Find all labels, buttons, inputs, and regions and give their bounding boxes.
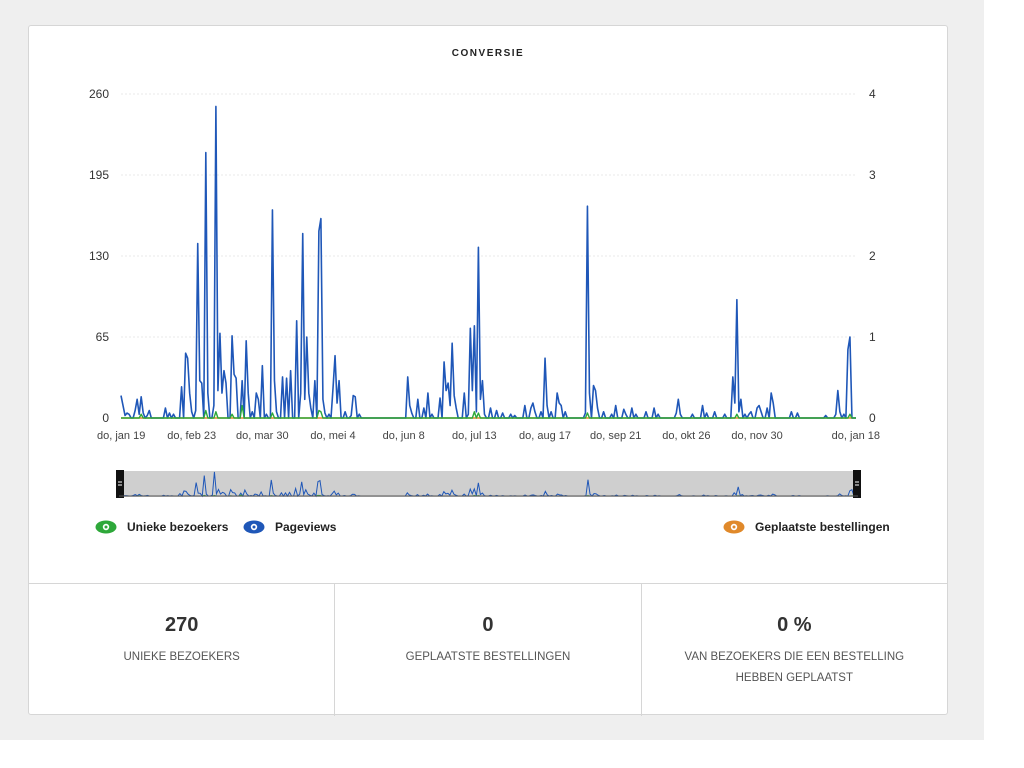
x-axis: do, jan 19 do, feb 23 do, mar 30 do, mei 4 d… [97,430,880,442]
legend-label-orders: Geplaatste bestellingen [755,520,890,534]
conversion-chart: 260195130650 43210 do, jan 19 do, feb 23 d… [89,87,880,498]
y-tick-label-right: 1 [869,330,876,344]
stat-value: 0 [482,614,494,636]
y-tick-label-right: 3 [869,168,876,182]
navigator-handle-right[interactable] [853,470,861,498]
conversion-card: CONVERSIE 260 195 130 65 0 43210 do, jan 19 d… [28,25,948,716]
series-line-pageviews [120,105,856,419]
handle-bar [116,470,124,498]
x-tick-label: do, okt 26 [662,430,710,442]
stat-orders: 0 GEPLAATSTE BESTELLINGEN [334,584,640,716]
y-tick-label-right: 0 [869,411,876,425]
grid-lines [121,93,856,338]
stat-label: UNIEKE BEZOEKERS [123,651,240,663]
x-tick-label: do, aug 17 [519,430,571,442]
series-lines [120,105,856,419]
stat-conversion-rate: 0 % VAN BEZOEKERS DIE EEN BESTELLING HEB… [640,584,947,716]
stat-label: VAN BEZOEKERS DIE EEN BESTELLING HEBBEN … [684,651,905,684]
x-tick-label: do, jul 13 [452,430,497,442]
legend-item-orders[interactable]: Geplaatste bestellingen [723,520,890,534]
range-navigator[interactable] [116,470,861,498]
y-axis-right: 4 3 2 1 0 [869,87,876,425]
navigator-handle-left[interactable] [116,470,124,498]
x-tick-label: do, mar 30 [236,430,289,442]
stat-label: GEPLAATSTE BESTELLINGEN [405,651,571,663]
y-tick-label-right: 4 [869,87,876,101]
x-tick-label: do, jun 8 [383,430,425,442]
x-tick-label: do, mei 4 [310,430,355,442]
y-tick-label-left: 65 [96,330,110,344]
y-tick-label-left: 0 [102,411,109,425]
x-tick-label: do, sep 21 [590,430,641,442]
legend-item-unique-visitors[interactable]: Unieke bezoekers [95,520,228,534]
y-tick-label-right: 2 [869,249,876,263]
y-tick-label-left: 130 [89,249,109,263]
y-tick-label-left: 260 [89,87,109,101]
eye-icon [243,520,265,534]
y-axis-left: 260 195 130 65 0 [89,87,109,425]
legend-item-pageviews[interactable]: Pageviews [243,520,336,534]
x-tick-label: do, nov 30 [731,430,782,442]
eye-icon [95,520,117,534]
legend-label-pageviews: Pageviews [275,520,337,534]
y-tick-label-left: 195 [89,168,109,182]
x-tick-label: do, jan 18 [832,430,880,442]
stat-unique-visitors: 270 UNIEKE BEZOEKERS [29,584,334,716]
x-tick-label: do, jan 19 [97,430,145,442]
legend-label-unique-visitors: Unieke bezoekers [127,520,229,534]
stats-row: 270 UNIEKE BEZOEKERS 0 GEPLAATSTE BESTEL… [29,583,947,716]
handle-bar [853,470,861,498]
eye-icon [723,520,745,534]
stat-value: 270 [164,614,199,636]
stat-value: 0 % [777,614,812,636]
x-tick-label: do, feb 23 [167,430,216,442]
